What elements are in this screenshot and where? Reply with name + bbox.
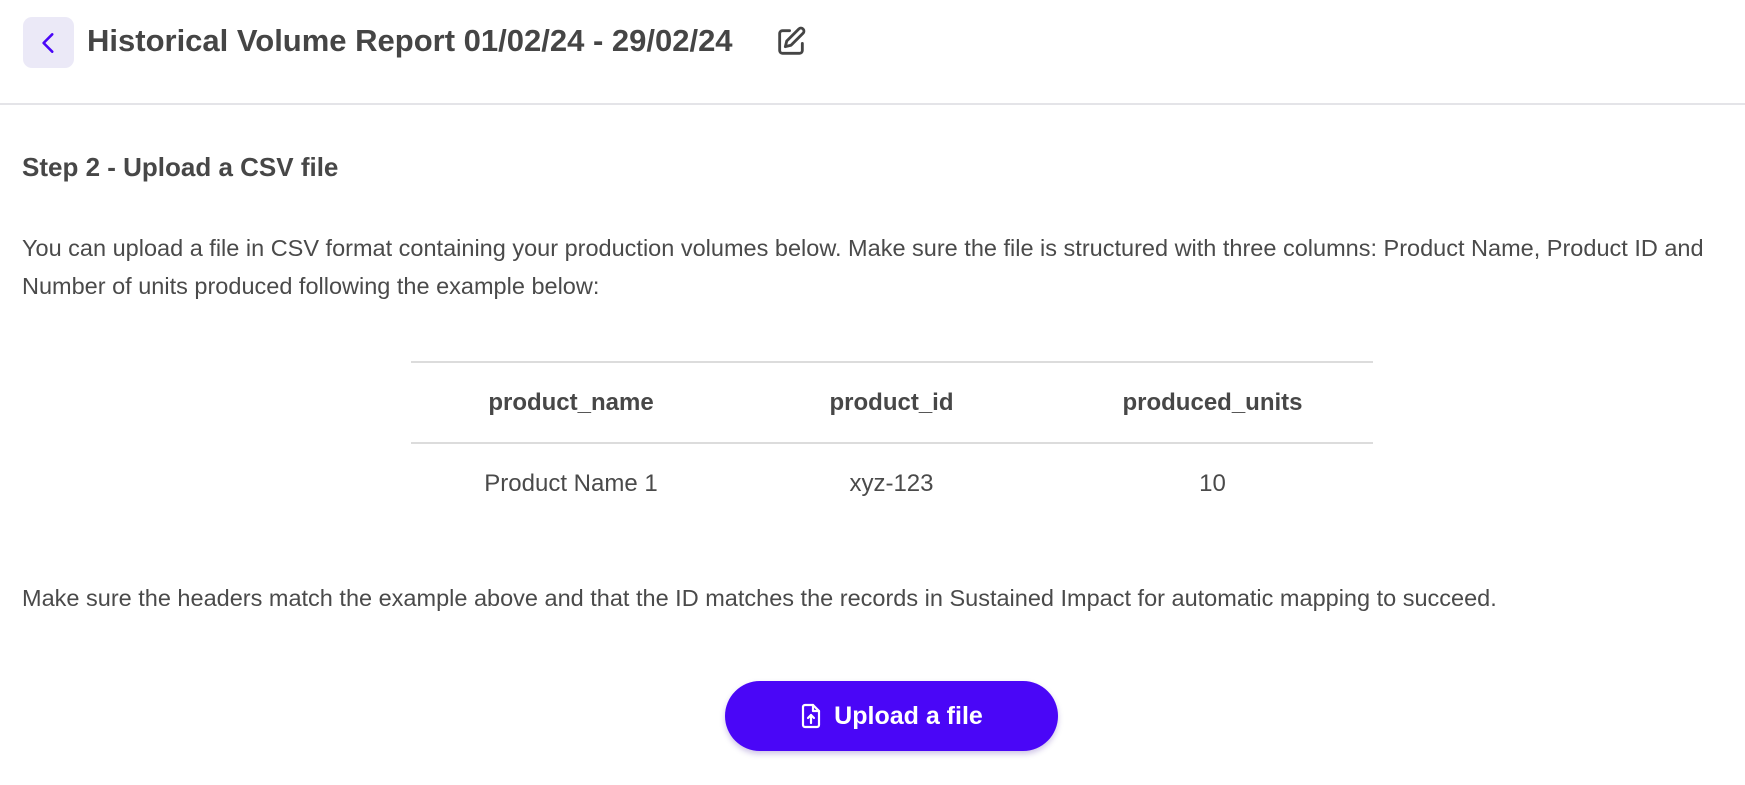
- table-row: Product Name 1 xyz-123 10: [411, 443, 1373, 524]
- column-header-product-name: product_name: [411, 361, 731, 444]
- instructions-text: You can upload a file in CSV format cont…: [22, 235, 1704, 299]
- table-header-row: product_name product_id produced_units: [411, 361, 1373, 444]
- mapping-note: Make sure the headers match the example …: [22, 585, 1497, 611]
- pencil-square-icon: [778, 26, 806, 55]
- page-header: Historical Volume Report 01/02/24 - 29/0…: [0, 0, 1745, 105]
- cell-product-name: Product Name 1: [484, 470, 658, 497]
- step-title: Step 2 - Upload a CSV file: [22, 152, 339, 182]
- edit-title-button[interactable]: [773, 24, 809, 60]
- cell-produced-units: 10: [1199, 470, 1226, 497]
- chevron-left-icon: [41, 32, 54, 53]
- file-upload-icon: [800, 703, 822, 729]
- cell-product-id: xyz-123: [849, 470, 934, 497]
- page-title: Historical Volume Report 01/02/24 - 29/0…: [87, 23, 733, 58]
- column-header-produced-units: produced_units: [1052, 361, 1373, 444]
- csv-example-table: product_name product_id produced_units P…: [411, 361, 1373, 524]
- column-header-product-id: product_id: [731, 361, 1052, 444]
- upload-button-label: Upload a file: [834, 701, 983, 730]
- back-button[interactable]: [23, 17, 74, 68]
- upload-file-button[interactable]: Upload a file: [725, 681, 1058, 751]
